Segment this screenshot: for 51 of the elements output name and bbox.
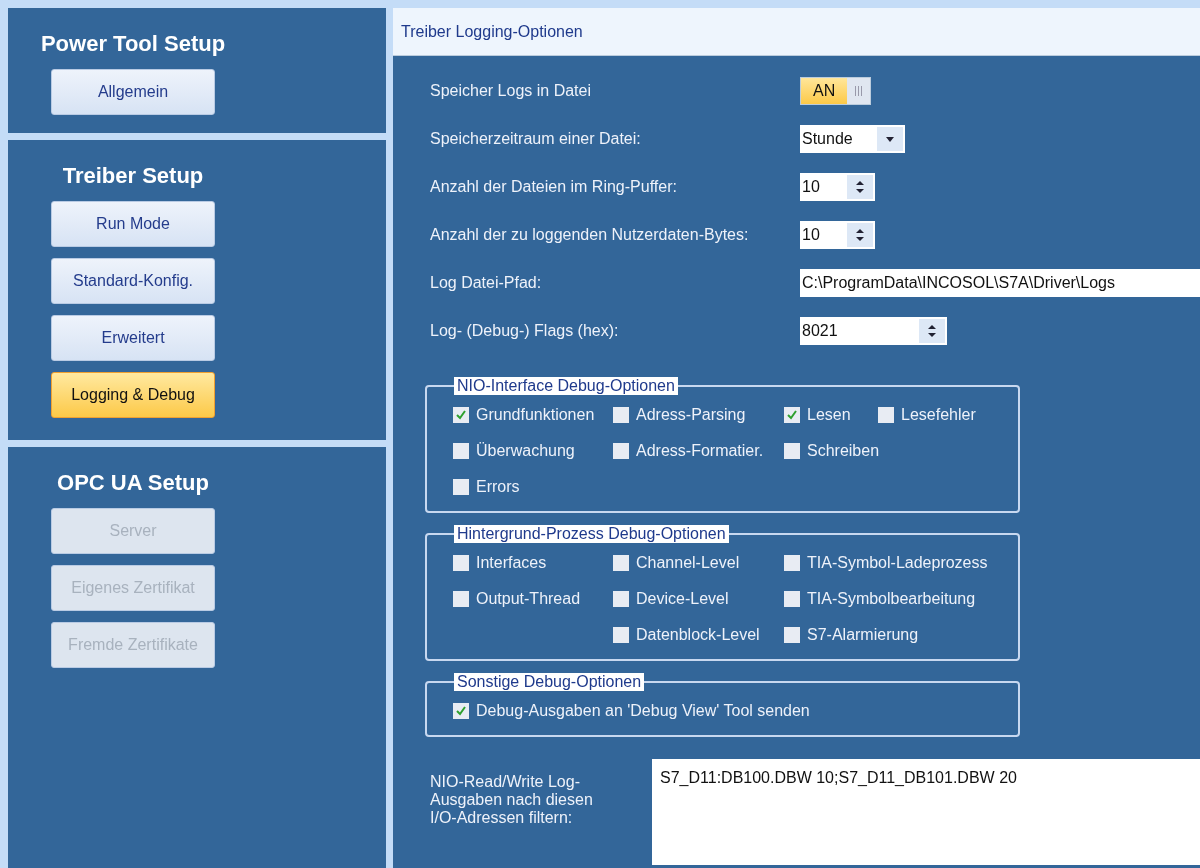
spinner-field[interactable]: 8021 — [800, 317, 947, 345]
grip-icon — [855, 86, 863, 96]
checkbox[interactable]: Lesen — [784, 397, 878, 433]
checkbox[interactable]: S7-Alarmierung — [784, 617, 988, 653]
path-field[interactable]: C:\ProgramData\INCOSOL\S7A\Driver\Logs — [800, 269, 1200, 297]
panel-header: Treiber Logging-Optionen — [393, 8, 1200, 56]
field-label: Speicherzeitraum einer Datei: — [430, 130, 642, 148]
group-title: NIO-Interface Debug-Optionen — [454, 377, 678, 395]
field-label: Speicher Logs in Datei — [430, 82, 592, 100]
checkbox[interactable]: Lesefehler — [878, 397, 976, 433]
checkbox[interactable]: Channel-Level — [613, 545, 784, 581]
checkbox[interactable]: Schreiben — [784, 433, 878, 469]
nav-button[interactable]: Standard-Konfig. — [51, 258, 215, 304]
check-icon — [455, 705, 467, 717]
field-label: Log- (Debug-) Flags (hex): — [430, 322, 620, 340]
checkbox[interactable]: Debug-Ausgaben an 'Debug View' Tool senden — [453, 693, 810, 729]
group-title: Sonstige Debug-Optionen — [454, 673, 645, 691]
checkbox[interactable]: Device-Level — [613, 581, 784, 617]
nav-button[interactable]: Allgemein — [51, 69, 215, 115]
section-title: Power Tool Setup — [40, 31, 226, 57]
nav-button[interactable]: Erweitert — [51, 315, 215, 361]
checkbox[interactable]: Output-Thread — [453, 581, 613, 617]
spin-arrows-icon[interactable] — [856, 229, 864, 241]
checkbox[interactable]: Interfaces — [453, 545, 613, 581]
check-icon — [455, 409, 467, 421]
check-icon — [786, 409, 798, 421]
checkbox[interactable]: Errors — [453, 469, 613, 505]
section-title: OPC UA Setup — [57, 470, 209, 496]
checkbox[interactable]: Grundfunktionen — [453, 397, 613, 433]
field-label: Anzahl der zu loggenden Nutzerdaten-Bytes: — [430, 226, 750, 244]
checkbox[interactable]: Datenblock-Level — [613, 617, 784, 653]
toggle-switch[interactable]: AN — [800, 77, 872, 105]
checkbox[interactable]: Adress-Formatier. — [613, 433, 784, 469]
filter-textarea[interactable]: S7_D11:DB100.DBW 10;S7_D11_DB101.DBW 20 — [652, 759, 1200, 865]
group-title: Hintergrund-Prozess Debug-Optionen — [454, 525, 729, 543]
checkbox[interactable]: TIA-Symbol-Ladeprozess — [784, 545, 988, 581]
field-label: Anzahl der Dateien im Ring-Puffer: — [430, 178, 678, 196]
spin-arrows-icon[interactable] — [856, 181, 864, 193]
caret-icon — [886, 136, 894, 142]
dropdown[interactable]: Stunde — [800, 125, 905, 153]
checkbox[interactable]: TIA-Symbolbearbeitung — [784, 581, 988, 617]
nav-button[interactable]: Logging & Debug — [51, 372, 215, 418]
checkbox[interactable]: Adress-Parsing — [613, 397, 784, 433]
field-label: Log Datei-Pfad: — [430, 274, 543, 292]
spinner-field[interactable]: 10 — [800, 221, 875, 249]
spinner-field[interactable]: 10 — [800, 173, 875, 201]
spin-arrows-icon[interactable] — [928, 325, 936, 337]
section-title: Treiber Setup — [62, 163, 204, 189]
filter-label: NIO-Read/Write Log-Ausgaben nach diesen I/O-Adressen filtern: — [430, 772, 594, 828]
checkbox[interactable]: Überwachung — [453, 433, 613, 469]
nav-button[interactable]: Run Mode — [51, 201, 215, 247]
